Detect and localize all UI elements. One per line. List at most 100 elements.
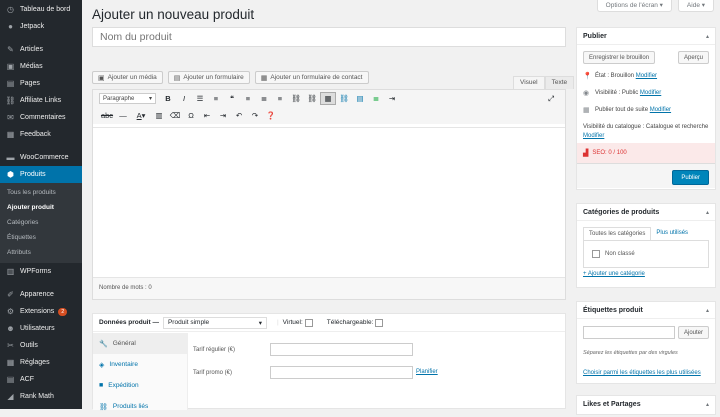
redo-icon[interactable]: ↷	[247, 109, 263, 122]
status-row: 📍 État : Brouillon Modifier	[583, 73, 658, 80]
product-name-input[interactable]	[92, 27, 566, 47]
sidebar-item-utilisateurs[interactable]: ☻ Utilisateurs	[0, 320, 82, 337]
sidebar-item-tableau-de-bord[interactable]: ◷ Tableau de bord	[0, 1, 82, 18]
rankmath-icon: ◢	[7, 392, 14, 401]
pin-icon: 📍	[583, 73, 592, 80]
visibility-modify-link[interactable]: Modifier	[640, 90, 661, 96]
help-button[interactable]: Aide ▾	[677, 0, 714, 12]
screen-options-button[interactable]: Options de l'écran ▾	[596, 0, 672, 12]
align-center-icon[interactable]: ≣	[256, 92, 272, 105]
schedule-link[interactable]: Planifier	[416, 369, 438, 375]
sale-price-input[interactable]	[270, 366, 413, 379]
italic-icon[interactable]: I	[176, 92, 192, 105]
sidebar-item-produits[interactable]: ⬢ Produits	[0, 166, 82, 183]
toolbar-toggle-icon[interactable]: ▦	[320, 92, 336, 105]
sidebar-item-outils[interactable]: ✂ Outils	[0, 337, 82, 354]
indent-icon[interactable]: ⇥	[215, 109, 231, 122]
publish-time-modify-link[interactable]: Modifier	[650, 107, 671, 113]
help-icon[interactable]: ❓	[263, 109, 279, 122]
virtual-checkbox[interactable]	[304, 318, 313, 327]
preview-button[interactable]: Aperçu	[677, 51, 709, 64]
special-character-icon[interactable]: Ω	[183, 109, 199, 122]
insert-link-icon[interactable]: ⛓	[288, 92, 304, 105]
dashboard-icon: ◷	[7, 5, 14, 14]
sidebar-item-m-dias[interactable]: ▣ Médias	[0, 58, 82, 75]
insert-icon[interactable]: ⇥	[384, 92, 400, 105]
clear-formatting-icon[interactable]: ⌫	[167, 109, 183, 122]
tab-all-categories[interactable]: Toutes les catégories	[583, 227, 652, 240]
regular-price-input[interactable]	[270, 343, 413, 356]
product-tab-exp-dition[interactable]: ■ Expédition	[93, 375, 187, 396]
category-checkbox[interactable]	[592, 250, 600, 258]
submenu-item[interactable]: Catégories	[0, 215, 82, 230]
add-tag-button[interactable]: Ajouter	[677, 326, 709, 339]
stack-icon[interactable]: ≣	[368, 92, 384, 105]
product-tab-g-n-ral[interactable]: 🔧 Général	[93, 333, 187, 354]
sidebar-item-extensions[interactable]: ⚙ Extensions 2	[0, 303, 82, 320]
table-icon[interactable]: ▤	[352, 92, 368, 105]
unlink-icon[interactable]: ⛓	[304, 92, 320, 105]
product-tab-produits-li-s[interactable]: ⛓ Produits liés	[93, 396, 187, 417]
format-select[interactable]: Paragraphe ▾	[99, 93, 156, 104]
sidebar-item-r-glages[interactable]: ▦ Réglages	[0, 354, 82, 371]
screen-meta: Options de l'écran ▾ Aide ▾	[596, 0, 720, 12]
downloadable-checkbox[interactable]	[375, 318, 384, 327]
sidebar-item-commentaires[interactable]: ✉ Commentaires	[0, 109, 82, 126]
sidebar-item-woocommerce[interactable]: ▬ WooCommerce	[0, 149, 82, 166]
text-color-icon[interactable]: A ▾	[131, 109, 151, 122]
bold-icon[interactable]: B	[160, 92, 176, 105]
undo-icon[interactable]: ↶	[231, 109, 247, 122]
submenu-item[interactable]: Ajouter produit	[0, 200, 82, 215]
form-icon: ▤	[173, 74, 181, 82]
catalog-modify-link[interactable]: Modifier	[583, 133, 604, 139]
publish-box-header[interactable]: Publier ▴	[577, 28, 715, 45]
likes-box: Likes et Partages ▴	[576, 395, 716, 415]
sidebar-item-pages[interactable]: ▤ Pages	[0, 75, 82, 92]
add-category-link[interactable]: + Ajouter une catégorie	[583, 271, 645, 277]
tab-most-used[interactable]: Plus utilisés	[651, 227, 693, 240]
tag-input[interactable]	[583, 326, 675, 339]
align-right-icon[interactable]: ≡	[272, 92, 288, 105]
sidebar-item-rank-math[interactable]: ◢ Rank Math	[0, 388, 82, 405]
add-contact-form-button[interactable]: ▦ Ajouter un formulaire de contact	[254, 71, 369, 84]
submenu-item[interactable]: Tous les produits	[0, 185, 82, 200]
editor-content-area[interactable]	[93, 127, 565, 278]
sidebar-item-jetpack[interactable]: ● Jetpack	[0, 18, 82, 35]
fullscreen-icon[interactable]: ⤢	[543, 92, 559, 105]
outdent-icon[interactable]: ⇤	[199, 109, 215, 122]
sidebar-item-wpforms[interactable]: ▥ WPForms	[0, 263, 82, 280]
eye-icon: ◉	[583, 90, 590, 97]
align-left-icon[interactable]: ≡	[240, 92, 256, 105]
add-form-button[interactable]: ▤ Ajouter un formulaire	[167, 71, 250, 84]
sidebar-item-label: Affiliate Links	[20, 97, 62, 104]
strikethrough-icon[interactable]: abc	[99, 109, 115, 122]
sidebar-item-affiliate-links[interactable]: ⛓ Affiliate Links	[0, 92, 82, 109]
choose-tags-link[interactable]: Choisir parmi les étiquettes les plus ut…	[583, 370, 701, 376]
paste-text-icon[interactable]: ▥	[151, 109, 167, 122]
publish-button[interactable]: Publier	[672, 170, 709, 185]
submenu-item[interactable]: Étiquettes	[0, 230, 82, 245]
blockquote-icon[interactable]: ❝	[224, 92, 240, 105]
bullet-list-icon[interactable]: ☰	[192, 92, 208, 105]
product-type-select[interactable]: Produit simple ▾	[162, 316, 267, 329]
status-modify-link[interactable]: Modifier	[636, 73, 657, 79]
sidebar-item-apparence[interactable]: ✐ Apparence	[0, 286, 82, 303]
affiliate-link-icon[interactable]: ⛓	[336, 92, 352, 105]
tab-visual[interactable]: Visuel	[513, 76, 545, 89]
sidebar-item-label: WPForms	[20, 268, 52, 275]
sidebar-item-articles[interactable]: ✎ Articles	[0, 41, 82, 58]
sidebar-item-acf[interactable]: ▤ ACF	[0, 371, 82, 388]
sidebar-item-feedback[interactable]: ▦ Feedback	[0, 126, 82, 143]
sidebar-item-label: Jetpack	[20, 23, 45, 30]
add-media-button[interactable]: ▣ Ajouter un média	[92, 71, 163, 84]
submenu-item[interactable]: Attributs	[0, 245, 82, 260]
save-draft-button[interactable]: Enregistrer le brouillon	[583, 51, 656, 64]
numbered-list-icon[interactable]: ≡	[208, 92, 224, 105]
tab-text[interactable]: Texte	[544, 76, 575, 89]
horizontal-line-icon[interactable]: —	[115, 109, 131, 122]
likes-box-header[interactable]: Likes et Partages ▴	[577, 396, 715, 413]
tags-box-header[interactable]: Étiquettes produit ▴	[577, 302, 715, 319]
categories-box-header[interactable]: Catégories de produits ▴	[577, 204, 715, 221]
sidebar-item-label: Feedback	[20, 131, 51, 138]
product-tab-inventaire[interactable]: ◈ Inventaire	[93, 354, 187, 375]
